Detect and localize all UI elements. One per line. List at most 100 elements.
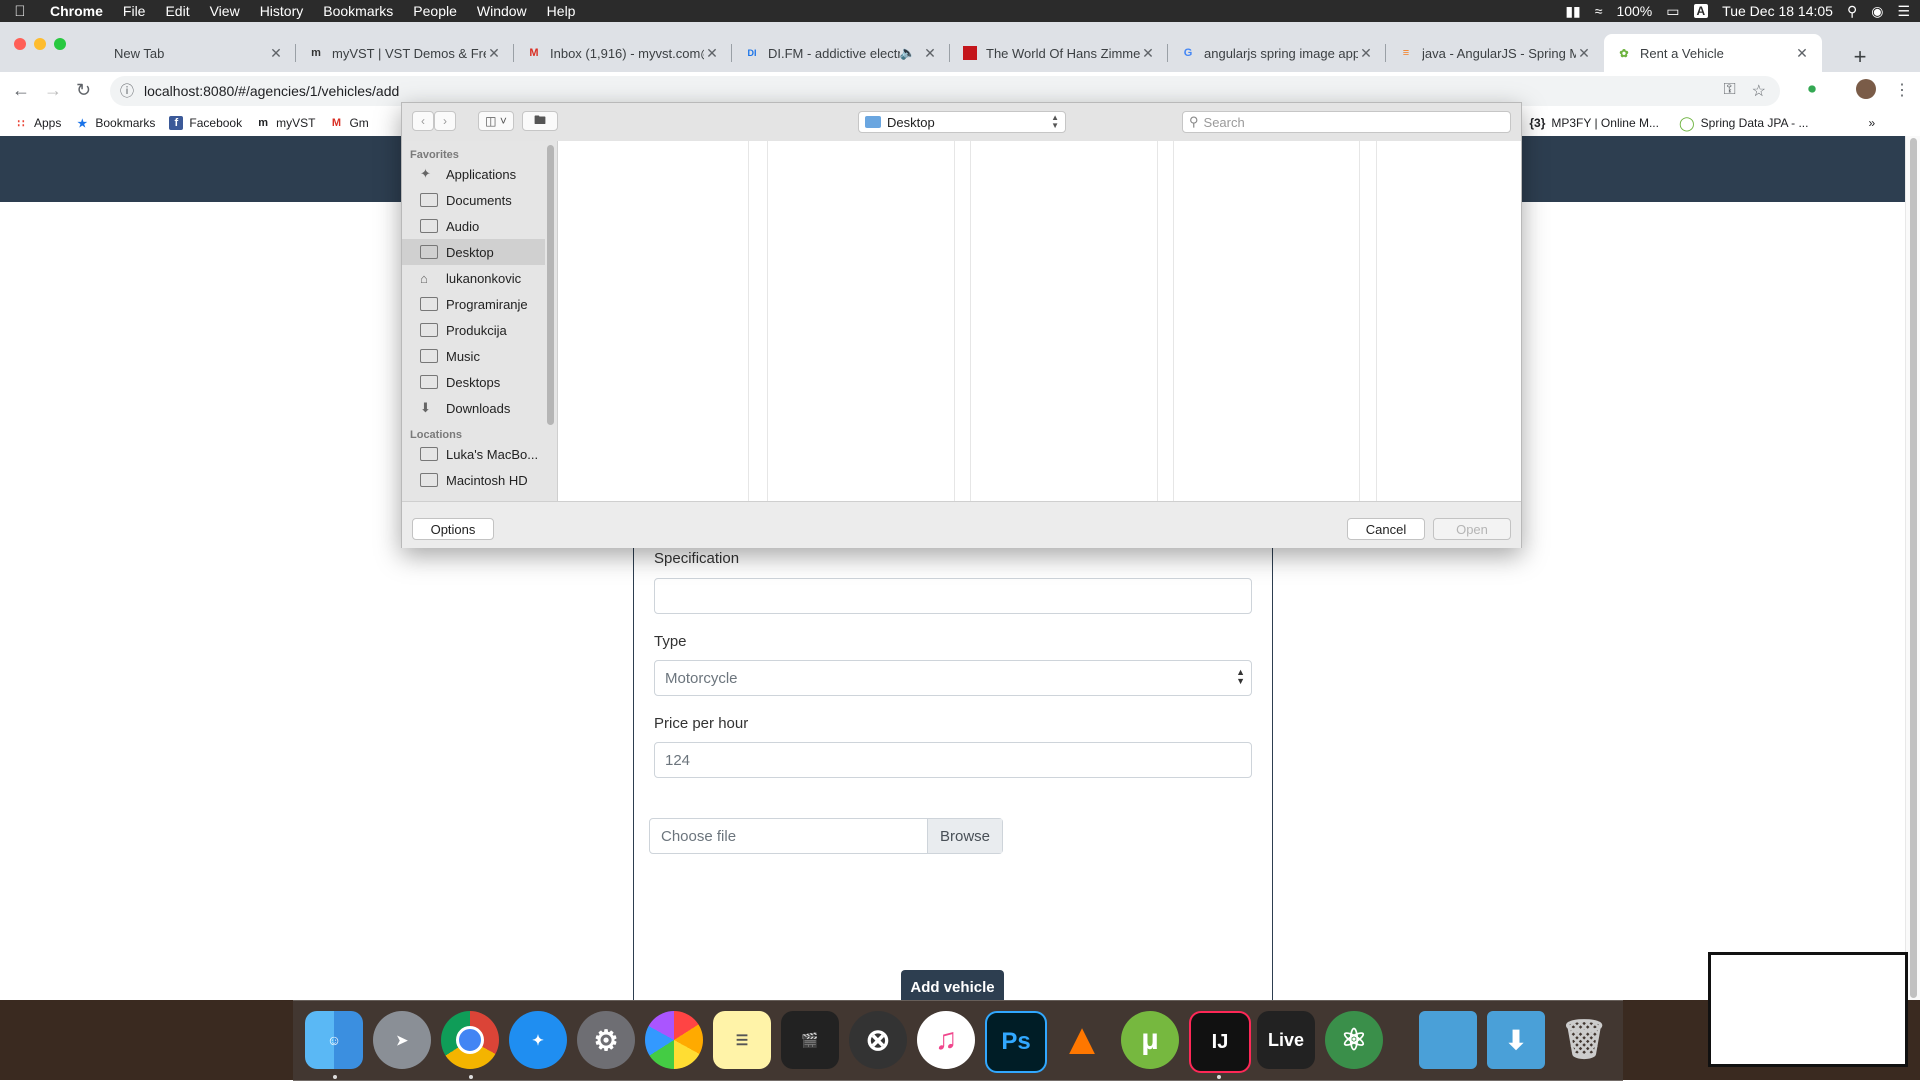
utorrent-icon[interactable]: µ — [1121, 1011, 1179, 1069]
location-popup[interactable]: Desktop ▲ ▼ — [858, 111, 1066, 133]
close-window-button[interactable] — [14, 38, 26, 50]
file-upload[interactable]: Choose file Browse — [649, 818, 1003, 854]
sidebar-item-audio[interactable]: Audio — [402, 213, 557, 239]
trash-icon[interactable]: 🗑 — [1555, 1011, 1613, 1069]
spotlight-icon[interactable]: ⚲ — [1847, 3, 1857, 20]
bookmark-bookmarks[interactable]: ★ Bookmarks — [75, 116, 155, 130]
type-select[interactable]: Motorcycle ▲ ▼ — [654, 660, 1252, 696]
apple-icon[interactable]:  — [0, 3, 40, 20]
sidebar-item-desktops[interactable]: Desktops — [402, 369, 557, 395]
clock[interactable]: Tue Dec 18 14:05 — [1722, 3, 1833, 19]
chrome-icon[interactable] — [441, 1011, 499, 1069]
bookmark-apps[interactable]: ∷ Apps — [14, 116, 62, 130]
bookmark-star-icon[interactable]: ☆ — [1752, 81, 1766, 101]
options-button[interactable]: Options — [412, 518, 494, 540]
final-cut-pro-icon[interactable]: 🎬 — [781, 1011, 839, 1069]
tab-google-search[interactable]: G angularjs spring image app ✕ — [1168, 34, 1386, 72]
system-preferences-icon[interactable]: ⚙ — [577, 1011, 635, 1069]
sidebar-item-desktop[interactable]: Desktop — [402, 239, 545, 265]
specification-input[interactable] — [654, 578, 1252, 614]
profile-avatar[interactable] — [1856, 79, 1876, 99]
sidebar-item-macbook[interactable]: Luka's MacBo... — [402, 441, 557, 467]
bookmark-facebook[interactable]: f Facebook — [169, 116, 242, 130]
ableton-live-icon[interactable]: Live — [1257, 1011, 1315, 1069]
dialog-search-input[interactable]: ⚲ Search — [1182, 111, 1511, 133]
close-tab-icon[interactable]: ✕ — [1140, 45, 1156, 62]
view-mode-button[interactable]: ◫ ˅ — [478, 111, 514, 131]
open-button[interactable]: Open — [1433, 518, 1511, 540]
menu-window[interactable]: Window — [467, 3, 537, 19]
close-tab-icon[interactable]: ✕ — [704, 45, 720, 62]
browse-button[interactable]: Browse — [927, 819, 1002, 853]
input-source-icon[interactable]: A — [1693, 4, 1709, 18]
bookmark-spring-data[interactable]: ◯ Spring Data JPA - ... — [1679, 115, 1809, 132]
tab-rent-a-vehicle[interactable]: ✿ Rent a Vehicle ✕ — [1604, 34, 1822, 72]
close-tab-icon[interactable]: ✕ — [922, 45, 938, 62]
dialog-column-browser[interactable] — [558, 141, 1521, 501]
sidebar-item-macintosh-hd[interactable]: Macintosh HD — [402, 467, 557, 493]
forward-icon[interactable]: → — [44, 80, 62, 101]
wifi-icon[interactable]: ≈ — [1595, 3, 1603, 19]
logic-x-icon[interactable]: ⊗ — [849, 1011, 907, 1069]
screenshot-thumbnail-preview[interactable] — [1708, 952, 1908, 1067]
intellij-icon[interactable]: IJ — [1189, 1011, 1251, 1073]
minimize-window-button[interactable] — [34, 38, 46, 50]
sidebar-item-applications[interactable]: ✦ Applications — [402, 161, 557, 187]
battery-icon[interactable]: ▭ — [1666, 3, 1679, 20]
dialog-forward-button[interactable]: › — [434, 111, 456, 131]
itunes-icon[interactable]: ♫ — [917, 1011, 975, 1069]
downloads-stack-icon[interactable]: ⬇ — [1487, 1011, 1545, 1069]
audio-playing-icon[interactable]: 🔈 — [900, 45, 916, 61]
close-tab-icon[interactable]: ✕ — [1358, 45, 1374, 62]
site-info-icon[interactable]: ⓘ — [110, 81, 144, 101]
tab-difm[interactable]: DI DI.FM - addictive electr 🔈 ✕ — [732, 34, 950, 72]
chrome-menu-icon[interactable]: ⋮ — [1894, 80, 1910, 100]
extension-icon[interactable]: ⏺ — [1808, 81, 1816, 99]
menu-edit[interactable]: Edit — [155, 3, 199, 19]
battery-percent[interactable]: 100% — [1616, 3, 1652, 19]
tab-stackoverflow[interactable]: ≡ java - AngularJS - Spring M ✕ — [1386, 34, 1604, 72]
tab-new-tab[interactable]: New Tab ✕ — [78, 34, 296, 72]
tab-hans-zimmer[interactable]: The World Of Hans Zimmer ✕ — [950, 34, 1168, 72]
page-scrollbar[interactable] — [1905, 136, 1920, 1000]
menu-history[interactable]: History — [250, 3, 314, 19]
key-icon[interactable]: ⚿ — [1723, 81, 1735, 101]
menu-app-name[interactable]: Chrome — [40, 3, 113, 19]
sidebar-scrollbar[interactable] — [547, 145, 554, 425]
finder-icon[interactable]: ☺ — [305, 1011, 363, 1069]
menu-bookmarks[interactable]: Bookmarks — [313, 3, 403, 19]
siri-icon[interactable]: ◉ — [1871, 3, 1883, 20]
sidebar-item-downloads[interactable]: ⬇ Downloads — [402, 395, 557, 421]
tab-inbox[interactable]: M Inbox (1,916) - myvst.com@ ✕ — [514, 34, 732, 72]
atom-icon[interactable]: ⚛ — [1325, 1011, 1383, 1069]
price-input[interactable]: 124 — [654, 742, 1252, 778]
cancel-button[interactable]: Cancel — [1347, 518, 1425, 540]
sidebar-item-documents[interactable]: Documents — [402, 187, 557, 213]
vlc-icon[interactable]: ▲ — [1053, 1011, 1111, 1069]
sidebar-toggle-icon[interactable]: ▮▮ — [1565, 3, 1580, 20]
sidebar-item-music[interactable]: Music — [402, 343, 557, 369]
new-tab-button[interactable]: + — [1845, 44, 1875, 70]
notification-center-icon[interactable]: ☰ — [1897, 3, 1910, 20]
file-input-placeholder[interactable]: Choose file — [650, 819, 927, 853]
bookmark-myvst[interactable]: m myVST — [256, 116, 315, 130]
close-tab-icon[interactable]: ✕ — [1576, 45, 1592, 62]
bookmark-gmail[interactable]: M Gm — [329, 116, 369, 130]
menu-people[interactable]: People — [403, 3, 467, 19]
sidebar-item-home[interactable]: ⌂ lukanonkovic — [402, 265, 557, 291]
sidebar-item-programiranje[interactable]: Programiranje — [402, 291, 557, 317]
notes-icon[interactable]: ☰ — [713, 1011, 771, 1069]
close-tab-icon[interactable]: ✕ — [486, 45, 502, 62]
menu-help[interactable]: Help — [537, 3, 586, 19]
dialog-back-button[interactable]: ‹ — [412, 111, 434, 131]
reload-icon[interactable]: ↻ — [76, 80, 91, 101]
back-icon[interactable]: ← — [12, 80, 30, 101]
safari-icon[interactable]: ✦ — [509, 1011, 567, 1069]
bookmarks-overflow-icon[interactable]: » — [1868, 116, 1875, 130]
tab-myvst[interactable]: m myVST | VST Demos & Free ✕ — [296, 34, 514, 72]
zoom-window-button[interactable] — [54, 38, 66, 50]
new-folder-button[interactable]: 🖿 — [522, 111, 558, 131]
menu-file[interactable]: File — [113, 3, 156, 19]
photoshop-icon[interactable]: Ps — [985, 1011, 1047, 1073]
close-tab-icon[interactable]: ✕ — [1794, 45, 1810, 62]
